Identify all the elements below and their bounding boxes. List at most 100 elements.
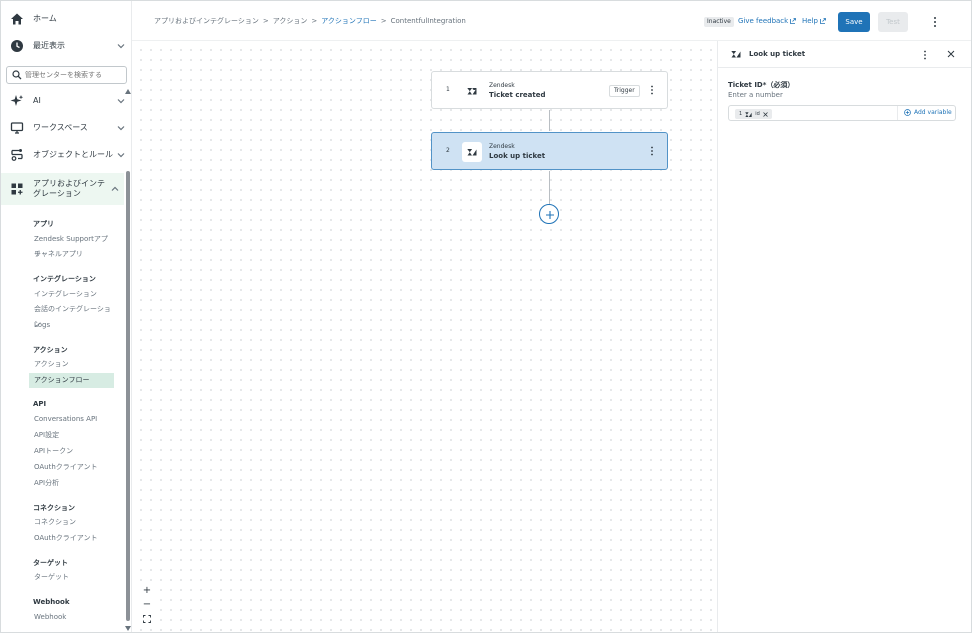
breadcrumb-actions[interactable]: アクション [273,17,308,25]
sidebar-subitem-api-analytics[interactable]: API分析 [29,476,114,491]
ticket-id-field[interactable]: 1 id Add variable [728,105,956,121]
sidebar-subitem-support-apps[interactable]: Zendesk Supportアプリ [29,232,114,258]
sidebar-subitem-logs[interactable]: Logs [29,318,114,333]
ticket-id-label: Ticket ID*（必須） [728,81,795,89]
sidebar-item-apps-integrations[interactable]: アプリおよびインテグレーション [1,173,124,205]
sidebar-subitem-action-flows[interactable]: アクションフロー [29,373,114,388]
more-options-icon[interactable] [930,16,940,28]
fit-view-button[interactable] [140,612,154,626]
section-heading-webhook: Webhook [33,598,70,606]
clock-icon [11,40,23,52]
sidebar-subitem-connections-oauth[interactable]: OAuthクライアント [29,531,114,546]
sparkle-icon [10,95,24,106]
sidebar-subitem-oauth-clients[interactable]: OAuthクライアント [29,460,114,475]
scroll-up-arrow[interactable] [125,89,131,94]
sidebar-item-home[interactable]: ホーム [1,7,132,31]
sidebar-item-workspace[interactable]: ワークスペース [1,116,132,140]
zendesk-logo-icon [462,142,482,162]
sidebar-item-label: オブジェクトとルール [33,150,113,159]
step-app-name: Zendesk [489,82,515,89]
breadcrumb-separator: > [380,17,387,25]
breadcrumb-current: ContentfulIntegration [390,17,466,25]
sidebar-subitem-conversations-api[interactable]: Conversations API [29,412,114,427]
step-connector [549,110,550,131]
pill-step-number: 1 [739,111,743,117]
section-heading-integrations: インテグレーション [33,275,96,283]
section-heading-apps: アプリ [33,220,54,228]
sidebar-subitem-actions[interactable]: アクション [29,357,114,372]
section-heading-connections: コネクション [33,504,75,512]
step-config-panel: Look up ticket Ticket ID*（必須） Enter a nu… [717,41,971,632]
ticket-id-hint: Enter a number [728,91,783,99]
step-number: 2 [446,147,450,154]
step-app-name: Zendesk [489,143,515,150]
sidebar-subitem-connections[interactable]: コネクション [29,515,114,530]
search-input[interactable] [25,69,123,81]
step-name: Ticket created [489,91,546,99]
zoom-out-button[interactable]: − [140,598,154,612]
plus-icon [546,211,554,219]
field-divider [897,106,898,120]
zendesk-logo-icon [745,111,752,117]
save-button[interactable]: Save [838,12,870,32]
sidebar-subitem-targets[interactable]: ターゲット [29,570,114,585]
status-badge: Inactive [704,17,734,27]
zoom-in-button[interactable]: + [140,584,154,598]
sidebar-item-label: アプリおよびインテグレーション [33,179,105,198]
external-link-icon [790,18,797,24]
close-icon[interactable] [947,50,955,58]
sidebar-subitem-webhook[interactable]: Webhook [29,610,114,625]
section-heading-targets: ターゲット [33,559,68,567]
give-feedback-label: Give feedback [738,17,789,25]
help-link[interactable]: Help [802,17,826,25]
search-field[interactable] [6,66,127,84]
flow-step-trigger[interactable]: 1 Zendesk Ticket created Trigger [431,71,668,109]
sidebar-subitem-api-tokens[interactable]: APIトークン [29,444,114,459]
trigger-badge: Trigger [609,85,640,97]
flow-step-look-up-ticket[interactable]: 2 Zendesk Look up ticket [431,132,668,170]
sidebar-item-recent[interactable]: 最近表示 [1,34,132,58]
monitor-icon [10,122,24,134]
sidebar: ホーム 最近表示 AI ワークスペース オブジェクトとルール アプ [1,1,132,632]
panel-title: Look up ticket [749,50,806,58]
objects-rules-icon [11,149,23,161]
panel-header: Look up ticket [718,41,971,68]
sidebar-item-label: 最近表示 [33,41,65,50]
breadcrumb-action-flows[interactable]: アクションフロー [321,17,376,25]
sidebar-item-objects[interactable]: オブジェクトとルール [1,143,132,167]
sidebar-subitem-integrations[interactable]: インテグレーション [29,287,114,302]
top-bar: アプリおよびインテグレーション > アクション > アクションフロー > Contentfu… [132,1,971,41]
give-feedback-link[interactable]: Give feedback [738,17,797,25]
sidebar-subitem-api-settings[interactable]: API設定 [29,428,114,443]
sidebar-subitem-channel-apps[interactable]: チャネルアプリ [29,247,114,262]
home-icon [11,13,23,25]
more-options-icon[interactable] [648,145,656,157]
breadcrumb-apps[interactable]: アプリおよびインテグレーション [154,17,259,25]
more-options-icon[interactable] [648,84,656,96]
sidebar-subitem-conversation-integrations[interactable]: 会話のインテグレーション [29,302,114,328]
sidebar-item-label: ワークスペース [33,123,88,132]
section-heading-api: API [33,400,47,408]
test-button[interactable]: Test [878,12,908,32]
zendesk-logo-icon [462,81,482,101]
sidebar-scrollbar[interactable] [124,89,131,632]
step-connector [549,171,550,204]
zendesk-logo-icon [731,51,741,58]
chevron-up-icon [111,186,119,191]
flow-canvas[interactable]: 1 Zendesk Ticket created Trigger 2 Zende… [132,41,717,632]
fit-view-icon [143,615,151,623]
sidebar-item-ai[interactable]: AI [1,89,132,113]
add-variable-button[interactable]: Add variable [904,109,952,116]
step-name: Look up ticket [489,152,546,160]
external-link-icon [820,18,826,24]
sidebar-item-label: AI [33,96,41,105]
plus-circle-icon [904,109,911,116]
scroll-thumb[interactable] [126,171,130,621]
more-options-icon[interactable] [920,49,930,61]
add-step-button[interactable] [539,204,559,224]
search-icon [12,70,22,80]
variable-pill[interactable]: 1 id [735,109,772,119]
remove-pill-icon[interactable] [762,111,768,117]
scroll-down-arrow[interactable] [125,626,131,631]
pill-text: id [755,111,760,117]
